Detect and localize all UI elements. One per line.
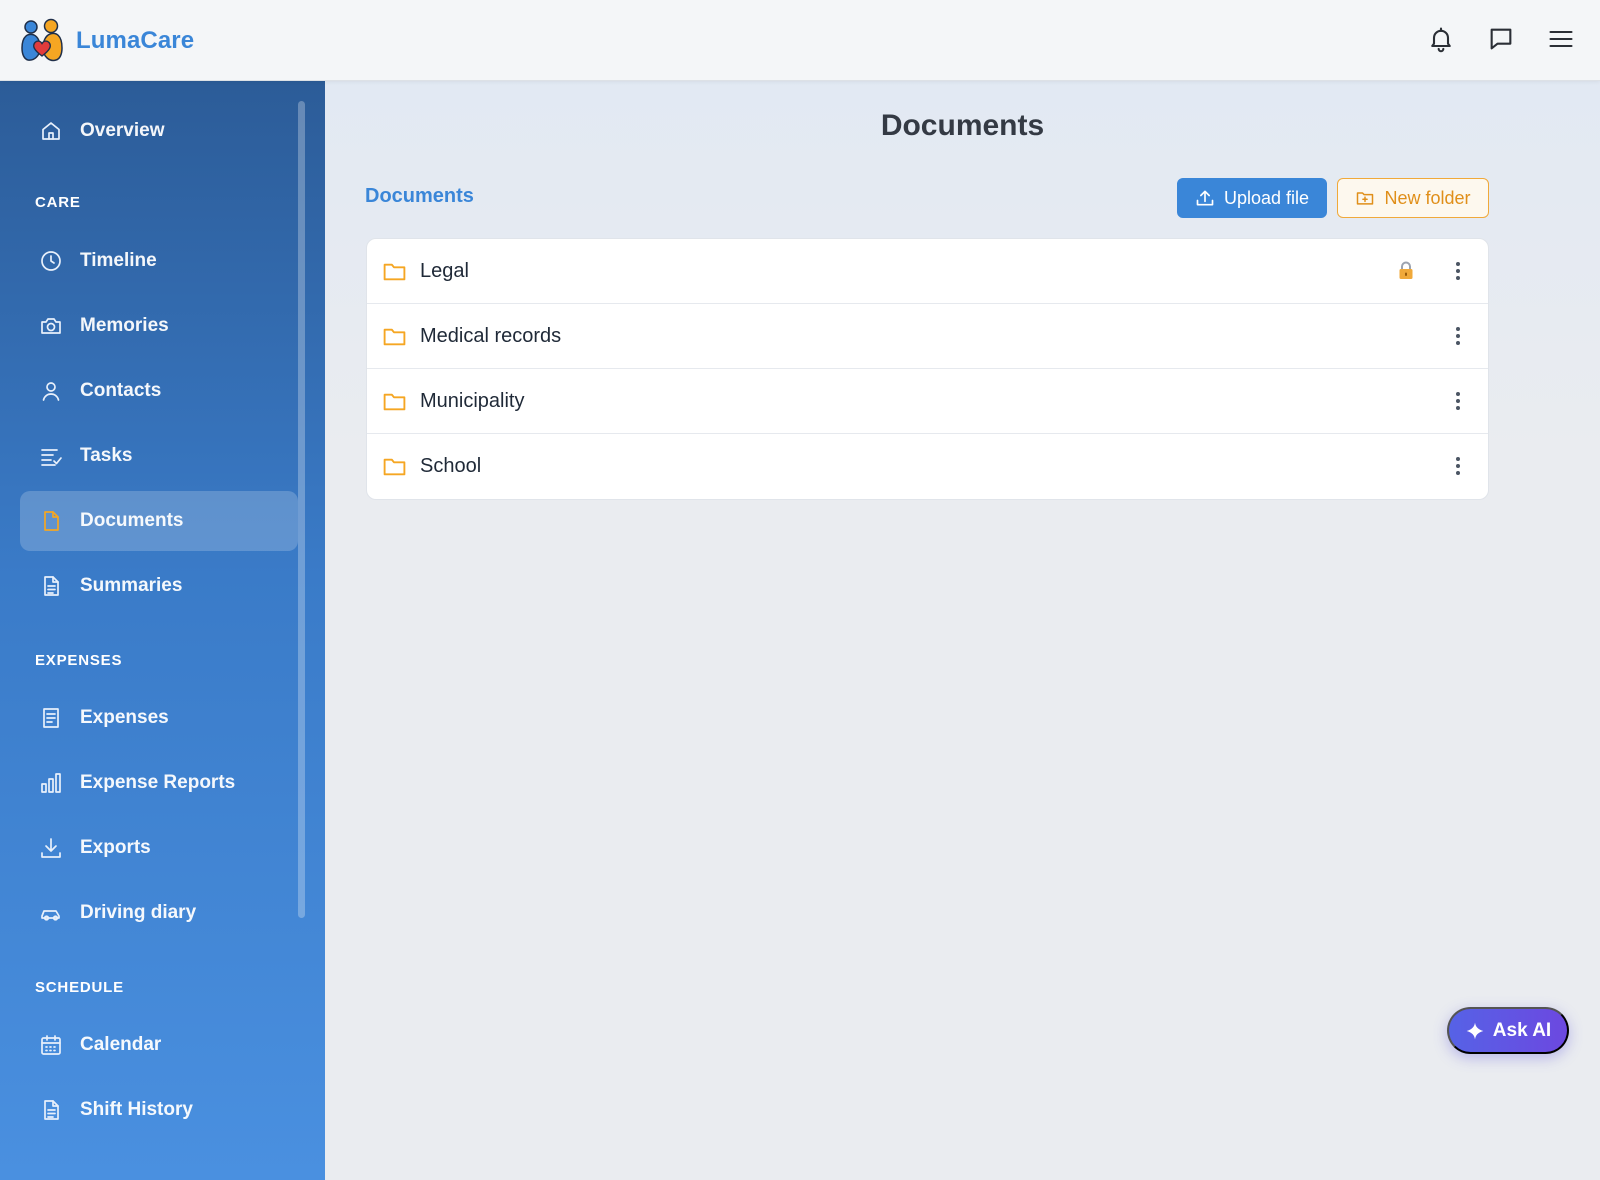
sidebar-item-label: Expenses bbox=[80, 707, 169, 728]
upload-file-label: Upload file bbox=[1223, 187, 1310, 208]
bell-icon bbox=[1431, 27, 1451, 53]
top-bar: LumaCare bbox=[0, 0, 1600, 81]
main-content: Documents Documents Upload file New fold… bbox=[325, 81, 1600, 1180]
folder-plus-icon bbox=[1357, 192, 1374, 205]
brand[interactable]: LumaCare bbox=[18, 18, 194, 64]
receipt-icon bbox=[43, 708, 59, 728]
sidebar-item-label: Timeline bbox=[80, 250, 157, 271]
sidebar-item-tasks[interactable]: Tasks bbox=[20, 426, 298, 486]
sidebar-item-label: Memories bbox=[80, 315, 169, 336]
folder-icon bbox=[383, 393, 406, 410]
folder-row-medical-records[interactable]: Medical records bbox=[367, 304, 1488, 369]
sidebar-item-overview[interactable]: Overview bbox=[20, 101, 298, 161]
sidebar-item-exports[interactable]: Exports bbox=[20, 818, 298, 878]
sidebar-item-summaries[interactable]: Summaries bbox=[20, 556, 298, 616]
section-label-schedule: SCHEDULE bbox=[35, 979, 124, 996]
sidebar-item-shift-history[interactable]: Shift History bbox=[20, 1080, 298, 1140]
upload-file-button[interactable]: Upload file bbox=[1177, 178, 1327, 218]
user-icon bbox=[42, 382, 60, 401]
sidebar-item-calendar[interactable]: Calendar bbox=[20, 1015, 298, 1075]
section-label-care: CARE bbox=[35, 194, 81, 211]
page-title: Documents bbox=[880, 109, 1045, 142]
folder-row-school[interactable]: School bbox=[367, 434, 1488, 499]
sparkle-icon bbox=[1466, 1022, 1484, 1039]
file-lines-icon bbox=[44, 1100, 59, 1120]
folder-icon bbox=[383, 328, 406, 345]
chat-icon bbox=[1490, 28, 1512, 50]
breadcrumb[interactable]: Documents bbox=[365, 185, 474, 208]
notifications-button[interactable] bbox=[1426, 20, 1456, 58]
folder-icon bbox=[383, 458, 406, 476]
task-list-icon bbox=[41, 449, 62, 466]
sidebar-item-label: Calendar bbox=[80, 1034, 162, 1055]
car-icon bbox=[41, 910, 60, 921]
folder-row-legal[interactable]: Legal bbox=[367, 239, 1488, 304]
sidebar-item-documents[interactable]: Documents bbox=[20, 491, 298, 551]
camera-icon bbox=[41, 318, 61, 334]
sidebar-item-memories[interactable]: Memories bbox=[20, 296, 298, 356]
sidebar-item-label: Driving diary bbox=[80, 902, 197, 923]
messages-button[interactable] bbox=[1486, 20, 1516, 58]
sidebar-item-label: Summaries bbox=[80, 575, 183, 596]
ask-ai-button[interactable]: Ask AI bbox=[1447, 1007, 1569, 1054]
section-label-expenses: EXPENSES bbox=[35, 652, 123, 669]
folder-name: Medical records bbox=[420, 324, 562, 347]
sidebar-item-expense-reports[interactable]: Expense Reports bbox=[20, 753, 298, 813]
file-text-icon bbox=[44, 576, 59, 596]
sidebar-item-label: Exports bbox=[80, 837, 151, 858]
menu-button[interactable] bbox=[1546, 20, 1576, 58]
folder-more-button[interactable] bbox=[1450, 257, 1466, 285]
folder-more-button[interactable] bbox=[1450, 387, 1466, 415]
folder-icon bbox=[383, 263, 406, 280]
lock-icon bbox=[1399, 261, 1413, 279]
folder-name: Municipality bbox=[420, 389, 525, 412]
sidebar-item-label: Shift History bbox=[80, 1099, 193, 1120]
upload-icon bbox=[1196, 190, 1214, 206]
folder-more-button[interactable] bbox=[1450, 452, 1466, 480]
sidebar-item-label: Contacts bbox=[80, 380, 162, 401]
app-name: LumaCare bbox=[76, 27, 195, 54]
sidebar-item-driving-diary[interactable]: Driving diary bbox=[20, 883, 298, 943]
sidebar-item-expenses[interactable]: Expenses bbox=[20, 688, 298, 748]
lumacare-logo-icon bbox=[21, 18, 63, 62]
sidebar-item-label: Expense Reports bbox=[80, 772, 236, 793]
bar-chart-icon bbox=[41, 773, 61, 793]
ask-ai-label: Ask AI bbox=[1492, 1019, 1552, 1041]
new-folder-button[interactable]: New folder bbox=[1337, 178, 1489, 218]
folder-row-municipality[interactable]: Municipality bbox=[367, 369, 1488, 434]
sidebar-item-timeline[interactable]: Timeline bbox=[20, 231, 298, 291]
calendar-icon bbox=[41, 1035, 61, 1055]
sidebar-scrollbar[interactable] bbox=[298, 101, 305, 918]
sidebar: Overview CARE Timeline Memories Contacts… bbox=[0, 81, 325, 1180]
download-icon bbox=[41, 838, 61, 858]
folder-name: Legal bbox=[420, 259, 469, 282]
home-icon bbox=[42, 122, 60, 140]
folder-more-button[interactable] bbox=[1450, 322, 1466, 350]
new-folder-label: New folder bbox=[1384, 187, 1471, 208]
clock-icon bbox=[41, 251, 61, 271]
sidebar-item-label: Tasks bbox=[80, 445, 133, 466]
folder-list: Legal Medical records Municipality Schoo… bbox=[366, 238, 1489, 500]
sidebar-item-label: Overview bbox=[80, 120, 165, 141]
sidebar-item-contacts[interactable]: Contacts bbox=[20, 361, 298, 421]
folder-name: School bbox=[420, 455, 482, 477]
sidebar-item-label: Documents bbox=[80, 510, 184, 531]
document-icon bbox=[44, 511, 59, 531]
menu-icon bbox=[1549, 30, 1573, 48]
